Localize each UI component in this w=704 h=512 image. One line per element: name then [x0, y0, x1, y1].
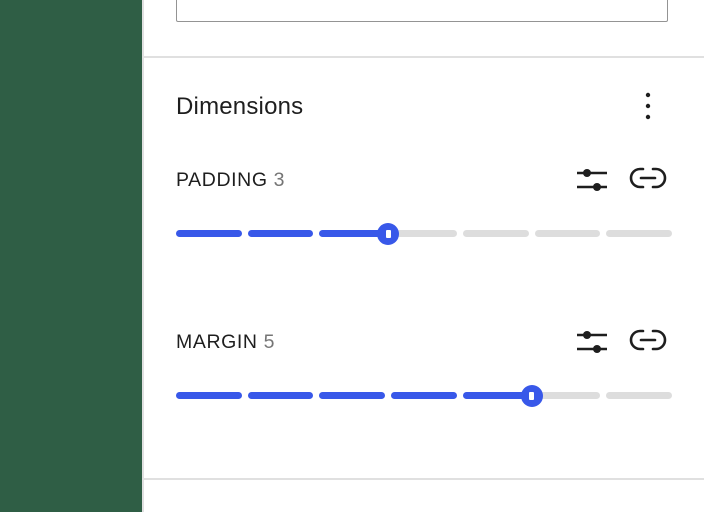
slider-step-1 [176, 392, 242, 399]
slider-step-6 [534, 392, 601, 399]
slider-step-7 [606, 230, 672, 237]
slider-step-7 [606, 392, 672, 399]
sidebar-strip [0, 0, 142, 512]
slider-step-1 [176, 230, 242, 237]
slider-step-3 [319, 230, 386, 237]
slider-step-5 [462, 392, 529, 399]
padding-label: PADDING 3 [176, 168, 284, 192]
slider-thumb[interactable] [377, 223, 400, 245]
slider-step-2 [247, 230, 314, 237]
padding-custom-button[interactable] [572, 160, 612, 200]
slider-step-2 [247, 392, 314, 399]
margin-label: MARGIN 5 [176, 330, 274, 354]
more-vertical-icon [645, 92, 651, 120]
margin-slider[interactable] [176, 385, 672, 407]
margin-custom-button[interactable] [572, 322, 612, 362]
padding-link-button[interactable] [628, 158, 668, 198]
dimensions-title: Dimensions [176, 93, 304, 120]
section-divider-top [144, 56, 704, 58]
margin-label-text: MARGIN [176, 331, 258, 353]
panel-border [142, 0, 144, 512]
slider-step-4 [391, 230, 457, 237]
slider-step-3 [319, 392, 386, 399]
section-divider-bottom [144, 478, 704, 480]
link-icon [629, 329, 667, 351]
margin-value: 5 [263, 331, 275, 353]
sliders-icon [577, 169, 607, 191]
padding-value: 3 [273, 169, 285, 191]
padding-label-text: PADDING [176, 169, 268, 191]
slider-step-5 [462, 230, 529, 237]
margin-link-button[interactable] [628, 320, 668, 360]
link-icon [629, 167, 667, 189]
padding-slider[interactable] [176, 223, 672, 245]
slider-step-6 [534, 230, 601, 237]
slider-step-4 [391, 392, 457, 399]
text-input[interactable] [176, 0, 668, 22]
sliders-icon [577, 331, 607, 353]
slider-thumb[interactable] [520, 385, 543, 407]
options-menu-button[interactable] [630, 86, 666, 126]
